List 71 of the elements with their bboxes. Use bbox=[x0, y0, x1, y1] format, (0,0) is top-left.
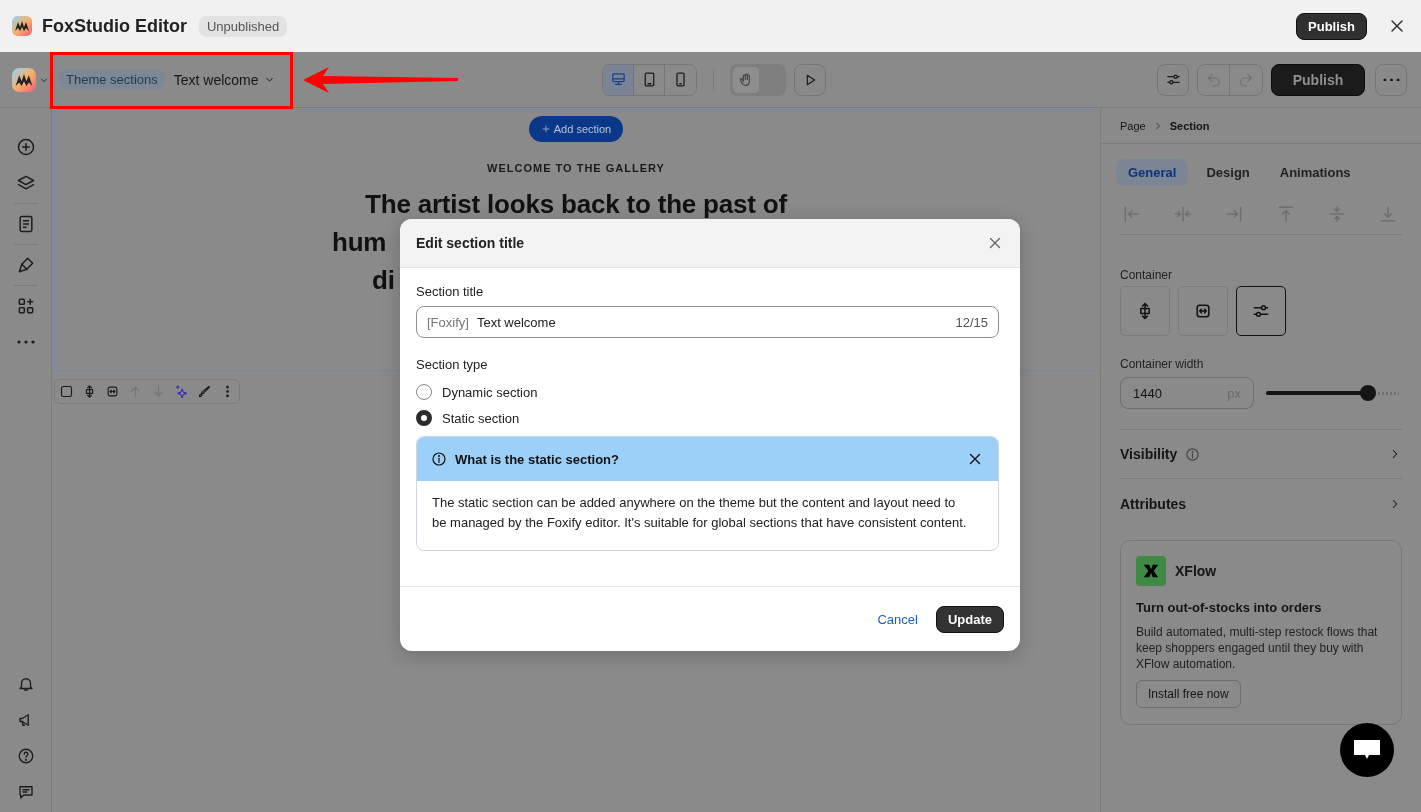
promo-description: Build automated, multi-step restock flows that keep shoppers engaged until they buy with XFlow automation. bbox=[1136, 624, 1379, 672]
section-title-field[interactable]: [Foxify] Text welcome 12/15 bbox=[416, 306, 999, 338]
chat-icon bbox=[16, 783, 35, 801]
add-section-button[interactable]: Add section bbox=[528, 116, 624, 142]
section-tool-button[interactable] bbox=[174, 384, 189, 399]
align-center-icon bbox=[1173, 204, 1194, 224]
banner-title: What is the static section? bbox=[455, 451, 620, 467]
section-tool-button[interactable] bbox=[197, 384, 212, 399]
plus-icon bbox=[540, 124, 551, 134]
radio-option[interactable]: Static section bbox=[416, 410, 999, 426]
publish-button[interactable]: Publish bbox=[1271, 63, 1365, 96]
select-checkbox[interactable] bbox=[59, 384, 74, 399]
container-option[interactable] bbox=[1236, 286, 1286, 336]
theme-sections-chip[interactable]: Theme sections bbox=[58, 69, 166, 90]
breadcrumb-link[interactable]: Page bbox=[1120, 119, 1146, 132]
field-label: Section type bbox=[416, 357, 489, 372]
panel-tab[interactable]: Animations bbox=[1267, 159, 1363, 186]
section-tool-button[interactable] bbox=[105, 384, 120, 399]
update-button[interactable]: Update bbox=[935, 605, 1004, 633]
device-toggle[interactable] bbox=[603, 64, 634, 95]
collapsible-row[interactable]: Attributes bbox=[1120, 479, 1402, 528]
horizontal-resize-icon bbox=[105, 384, 120, 399]
collapsible-row[interactable]: Visibility bbox=[1120, 430, 1402, 479]
app-logo bbox=[12, 16, 32, 36]
help-icon bbox=[16, 747, 35, 765]
section-eyebrow: WELCOME TO THE GALLERY bbox=[487, 162, 665, 174]
desktop-icon bbox=[609, 71, 627, 88]
publish-button[interactable]: Publish bbox=[1296, 12, 1367, 40]
panel-tab[interactable]: Design bbox=[1194, 159, 1262, 186]
breadcrumb-current: Section bbox=[1169, 119, 1210, 132]
more-icon bbox=[1382, 77, 1400, 82]
redo-icon bbox=[1238, 71, 1254, 88]
slider-thumb[interactable] bbox=[1360, 385, 1377, 401]
brush-icon bbox=[197, 384, 212, 399]
panel-tab[interactable]: General bbox=[1116, 159, 1189, 186]
promo-title: Turn out-of-stocks into orders bbox=[1136, 600, 1323, 615]
cancel-link[interactable]: Cancel bbox=[877, 611, 918, 627]
width-label: Container width bbox=[1120, 357, 1205, 371]
status-badge: Unpublished bbox=[199, 15, 288, 37]
dialog-title: Edit section title bbox=[416, 235, 526, 251]
radio-option[interactable]: Dynamic section bbox=[416, 384, 999, 400]
container-option[interactable] bbox=[1120, 286, 1170, 336]
xflow-logo bbox=[1136, 556, 1166, 586]
heading-text: di bbox=[372, 264, 395, 297]
heading-text: The artist looks back to the past of bbox=[365, 188, 787, 221]
sparkle-icon bbox=[174, 384, 189, 399]
preview-button[interactable] bbox=[794, 63, 826, 96]
more-icon bbox=[16, 340, 35, 344]
add-icon bbox=[15, 137, 36, 157]
info-icon bbox=[431, 451, 447, 467]
install-button[interactable]: Install free now bbox=[1136, 680, 1241, 708]
settings-button[interactable] bbox=[1157, 63, 1189, 96]
container-label: Container bbox=[1120, 268, 1174, 282]
undo-icon bbox=[1205, 71, 1222, 88]
bell-icon bbox=[16, 675, 35, 693]
banner-text: The static section can be added anywhere on the theme but the content and layout need to be managed by the Foxify editor. It's suitable for global sections that have consistent content. bbox=[431, 494, 968, 532]
promo-app-name: XFlow bbox=[1175, 563, 1217, 579]
settings-icon bbox=[1164, 71, 1182, 88]
info-icon bbox=[1185, 446, 1201, 462]
align-left-icon bbox=[1122, 204, 1142, 224]
container-option[interactable] bbox=[1178, 286, 1228, 336]
width-slider[interactable] bbox=[1266, 385, 1399, 401]
horizontal-resize-icon bbox=[1193, 301, 1213, 321]
store-avatar bbox=[12, 67, 36, 92]
checkbox-icon bbox=[59, 384, 74, 399]
chat-bubble-button[interactable] bbox=[1340, 723, 1394, 777]
heading-text: hum bbox=[332, 226, 387, 259]
hand-tool-toggle[interactable] bbox=[730, 63, 786, 96]
app-title: FoxStudio Editor bbox=[42, 15, 187, 37]
section-name-dropdown[interactable]: Text welcome bbox=[173, 71, 276, 88]
field-label: Section title bbox=[416, 284, 485, 299]
